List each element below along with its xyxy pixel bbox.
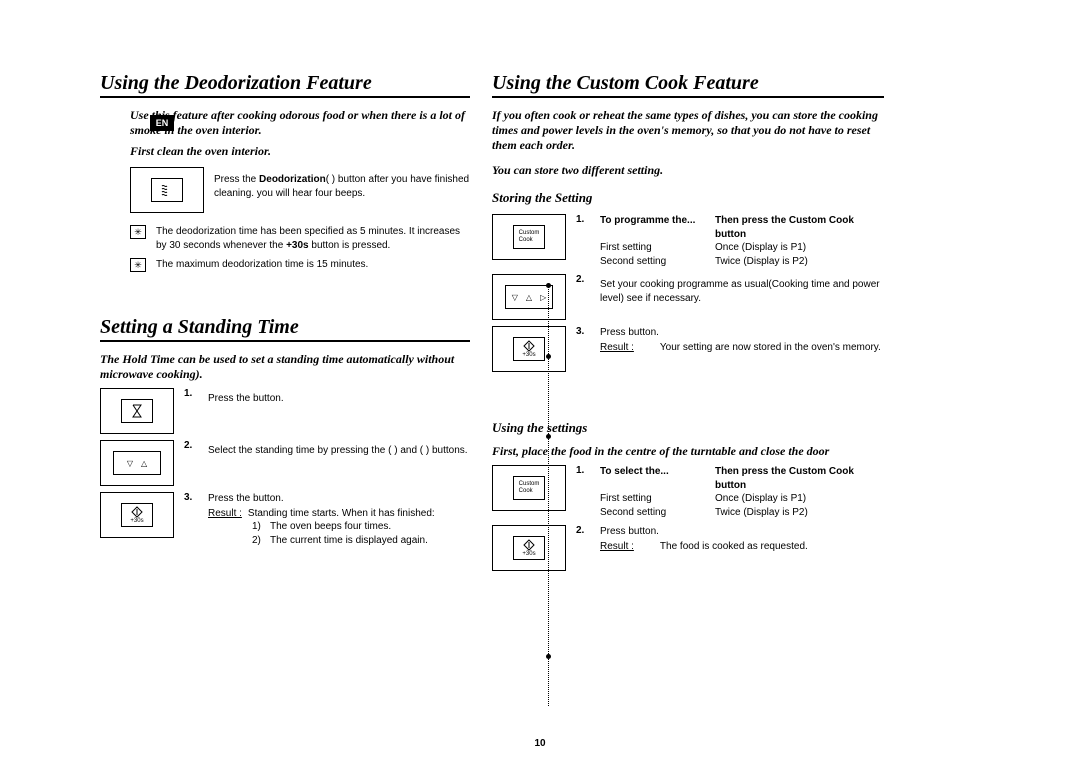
- oven-display-start: +30s: [100, 492, 174, 538]
- standing-intro: The Hold Time can be used to set a stand…: [100, 352, 470, 382]
- down-triangle-icon: ▽: [127, 459, 133, 468]
- up-triangle-icon: △: [526, 293, 532, 302]
- step-number: 2.: [184, 440, 198, 451]
- customcook-intro: If you often cook or reheat the same typ…: [492, 108, 884, 153]
- start-diamond-icon: [131, 506, 143, 518]
- oven-display-start: +30s: [492, 525, 566, 571]
- oven-display-updown: ▽ △ ▷: [492, 274, 566, 320]
- plus30s-label: +30s: [130, 518, 143, 525]
- note-icon: ✳: [130, 225, 146, 239]
- step-number: 2.: [576, 274, 590, 285]
- hourglass-icon: [121, 399, 153, 423]
- oven-display-customcook: Custom Cook: [492, 465, 566, 511]
- heading-custom-cook: Using the Custom Cook Feature: [492, 72, 884, 98]
- plus30s-label: +30s: [522, 352, 535, 359]
- start-diamond-icon: [523, 340, 535, 352]
- deod-note1: The deodorization time has been specifie…: [156, 225, 470, 252]
- custom-cook-label: Custom Cook: [519, 230, 540, 243]
- subheading-storing: Storing the Setting: [492, 190, 884, 206]
- using-step1-table: To select the...Then press the Custom Co…: [600, 465, 884, 519]
- page-number: 10: [0, 738, 1080, 749]
- language-tab: EN: [150, 115, 174, 131]
- note-icon: ✳: [130, 258, 146, 272]
- oven-display-deod: [130, 167, 204, 213]
- storing-step3: Press button. Result : Your setting are …: [600, 326, 884, 354]
- right-column: Using the Custom Cook Feature If you oft…: [492, 72, 884, 577]
- standing-step1: Press the button.: [208, 392, 470, 406]
- step-number: 2.: [576, 525, 590, 536]
- up-triangle-icon: △: [141, 459, 147, 468]
- custom-cook-label: Custom Cook: [519, 481, 540, 494]
- right-triangle-icon: ▷: [540, 293, 546, 302]
- deod-intro2: First clean the oven interior.: [130, 144, 470, 159]
- step-number: 3.: [576, 326, 590, 337]
- standing-step3: Press the button. Result : Standing time…: [208, 492, 470, 547]
- storing-step2: Set your cooking programme as usual(Cook…: [600, 278, 884, 305]
- using-intro: First, place the food in the centre of t…: [492, 444, 884, 459]
- customcook-intro2: You can store two different setting.: [492, 163, 884, 178]
- down-triangle-icon: ▽: [512, 293, 518, 302]
- manual-page: EN Using the Deodorization Feature Use t…: [0, 0, 1080, 763]
- storing-step1-table: To programme the...Then press the Custom…: [600, 214, 884, 268]
- oven-display-customcook: Custom Cook: [492, 214, 566, 260]
- heading-deodorization: Using the Deodorization Feature: [100, 72, 470, 98]
- plus30s-label: +30s: [522, 551, 535, 558]
- standing-step2: Select the standing time by pressing the…: [208, 444, 470, 458]
- start-diamond-icon: [523, 539, 535, 551]
- oven-display-updown: ▽ △: [100, 440, 174, 486]
- left-column: Using the Deodorization Feature Use this…: [100, 72, 470, 577]
- subheading-using: Using the settings: [492, 420, 884, 436]
- using-step2: Press button. Result : The food is cooke…: [600, 525, 884, 553]
- step-number: 3.: [184, 492, 198, 503]
- deod-intro: Use this feature after cooking odorous f…: [130, 108, 470, 138]
- column-divider: [548, 286, 549, 706]
- step-number: 1.: [576, 465, 590, 476]
- deod-note2: The maximum deodorization time is 15 min…: [156, 258, 470, 272]
- deod-instruction: Press the Deodorization( ) button after …: [214, 173, 470, 200]
- heading-standing-time: Setting a Standing Time: [100, 316, 470, 342]
- oven-display-hourglass: [100, 388, 174, 434]
- oven-display-start: +30s: [492, 326, 566, 372]
- step-number: 1.: [576, 214, 590, 225]
- step-number: 1.: [184, 388, 198, 399]
- deodorize-icon: [151, 178, 183, 202]
